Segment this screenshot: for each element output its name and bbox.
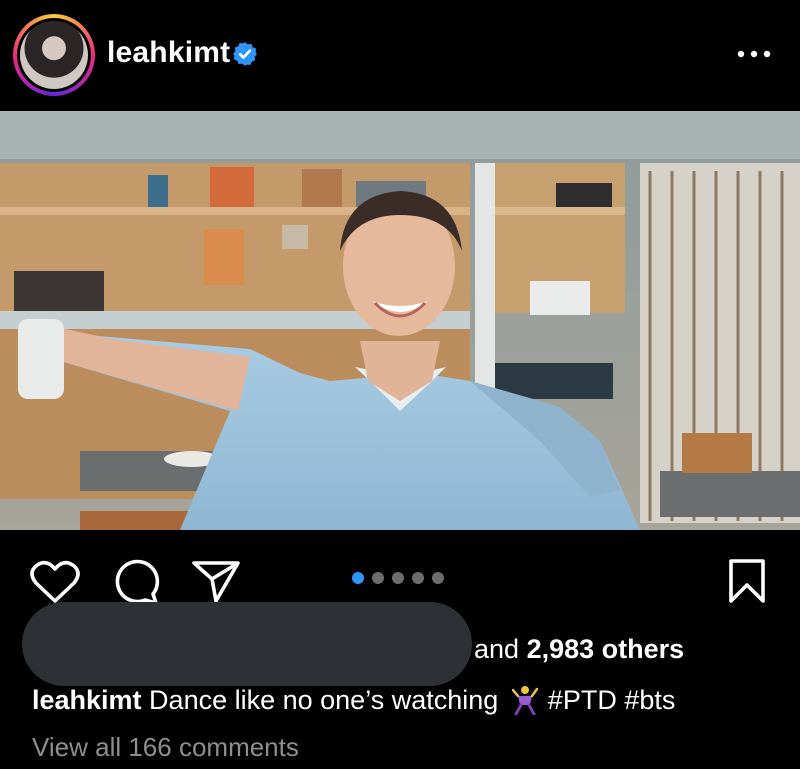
comment-icon[interactable] [112,557,160,607]
avatar[interactable] [13,14,95,96]
likes-count[interactable]: and 2,983 others [474,634,684,665]
post-caption: leahkimt Dance like no one’s watching #P… [32,685,675,716]
more-options-icon[interactable] [734,41,774,67]
send-icon[interactable] [190,557,242,605]
bookmark-icon[interactable] [726,557,768,605]
carousel-dot-3 [392,572,404,584]
avatar-inner [17,18,91,92]
view-comments-link[interactable]: View all 166 comments [32,732,299,763]
caption-username[interactable]: leahkimt [32,685,142,715]
heart-icon[interactable] [30,559,80,605]
post-username[interactable]: leahkimt [107,36,230,70]
carousel-dot-2 [372,572,384,584]
carousel-dot-1 [352,572,364,584]
caption-hashtags[interactable]: #PTD #bts [548,685,676,715]
post-header: leahkimt [0,0,800,110]
post-media[interactable] [0,111,800,530]
likes-prefix: and [474,634,527,664]
post-photo [0,111,800,530]
carousel-dot-4 [412,572,424,584]
likes-others: 2,983 others [526,634,685,664]
redacted-likers [22,602,472,686]
carousel-dot-5 [432,572,444,584]
caption-text: Dance like no one’s watching [141,685,499,715]
dancing-man-emoji-icon [511,686,538,715]
avatar-photo [20,21,88,89]
verified-badge-icon [233,42,257,66]
